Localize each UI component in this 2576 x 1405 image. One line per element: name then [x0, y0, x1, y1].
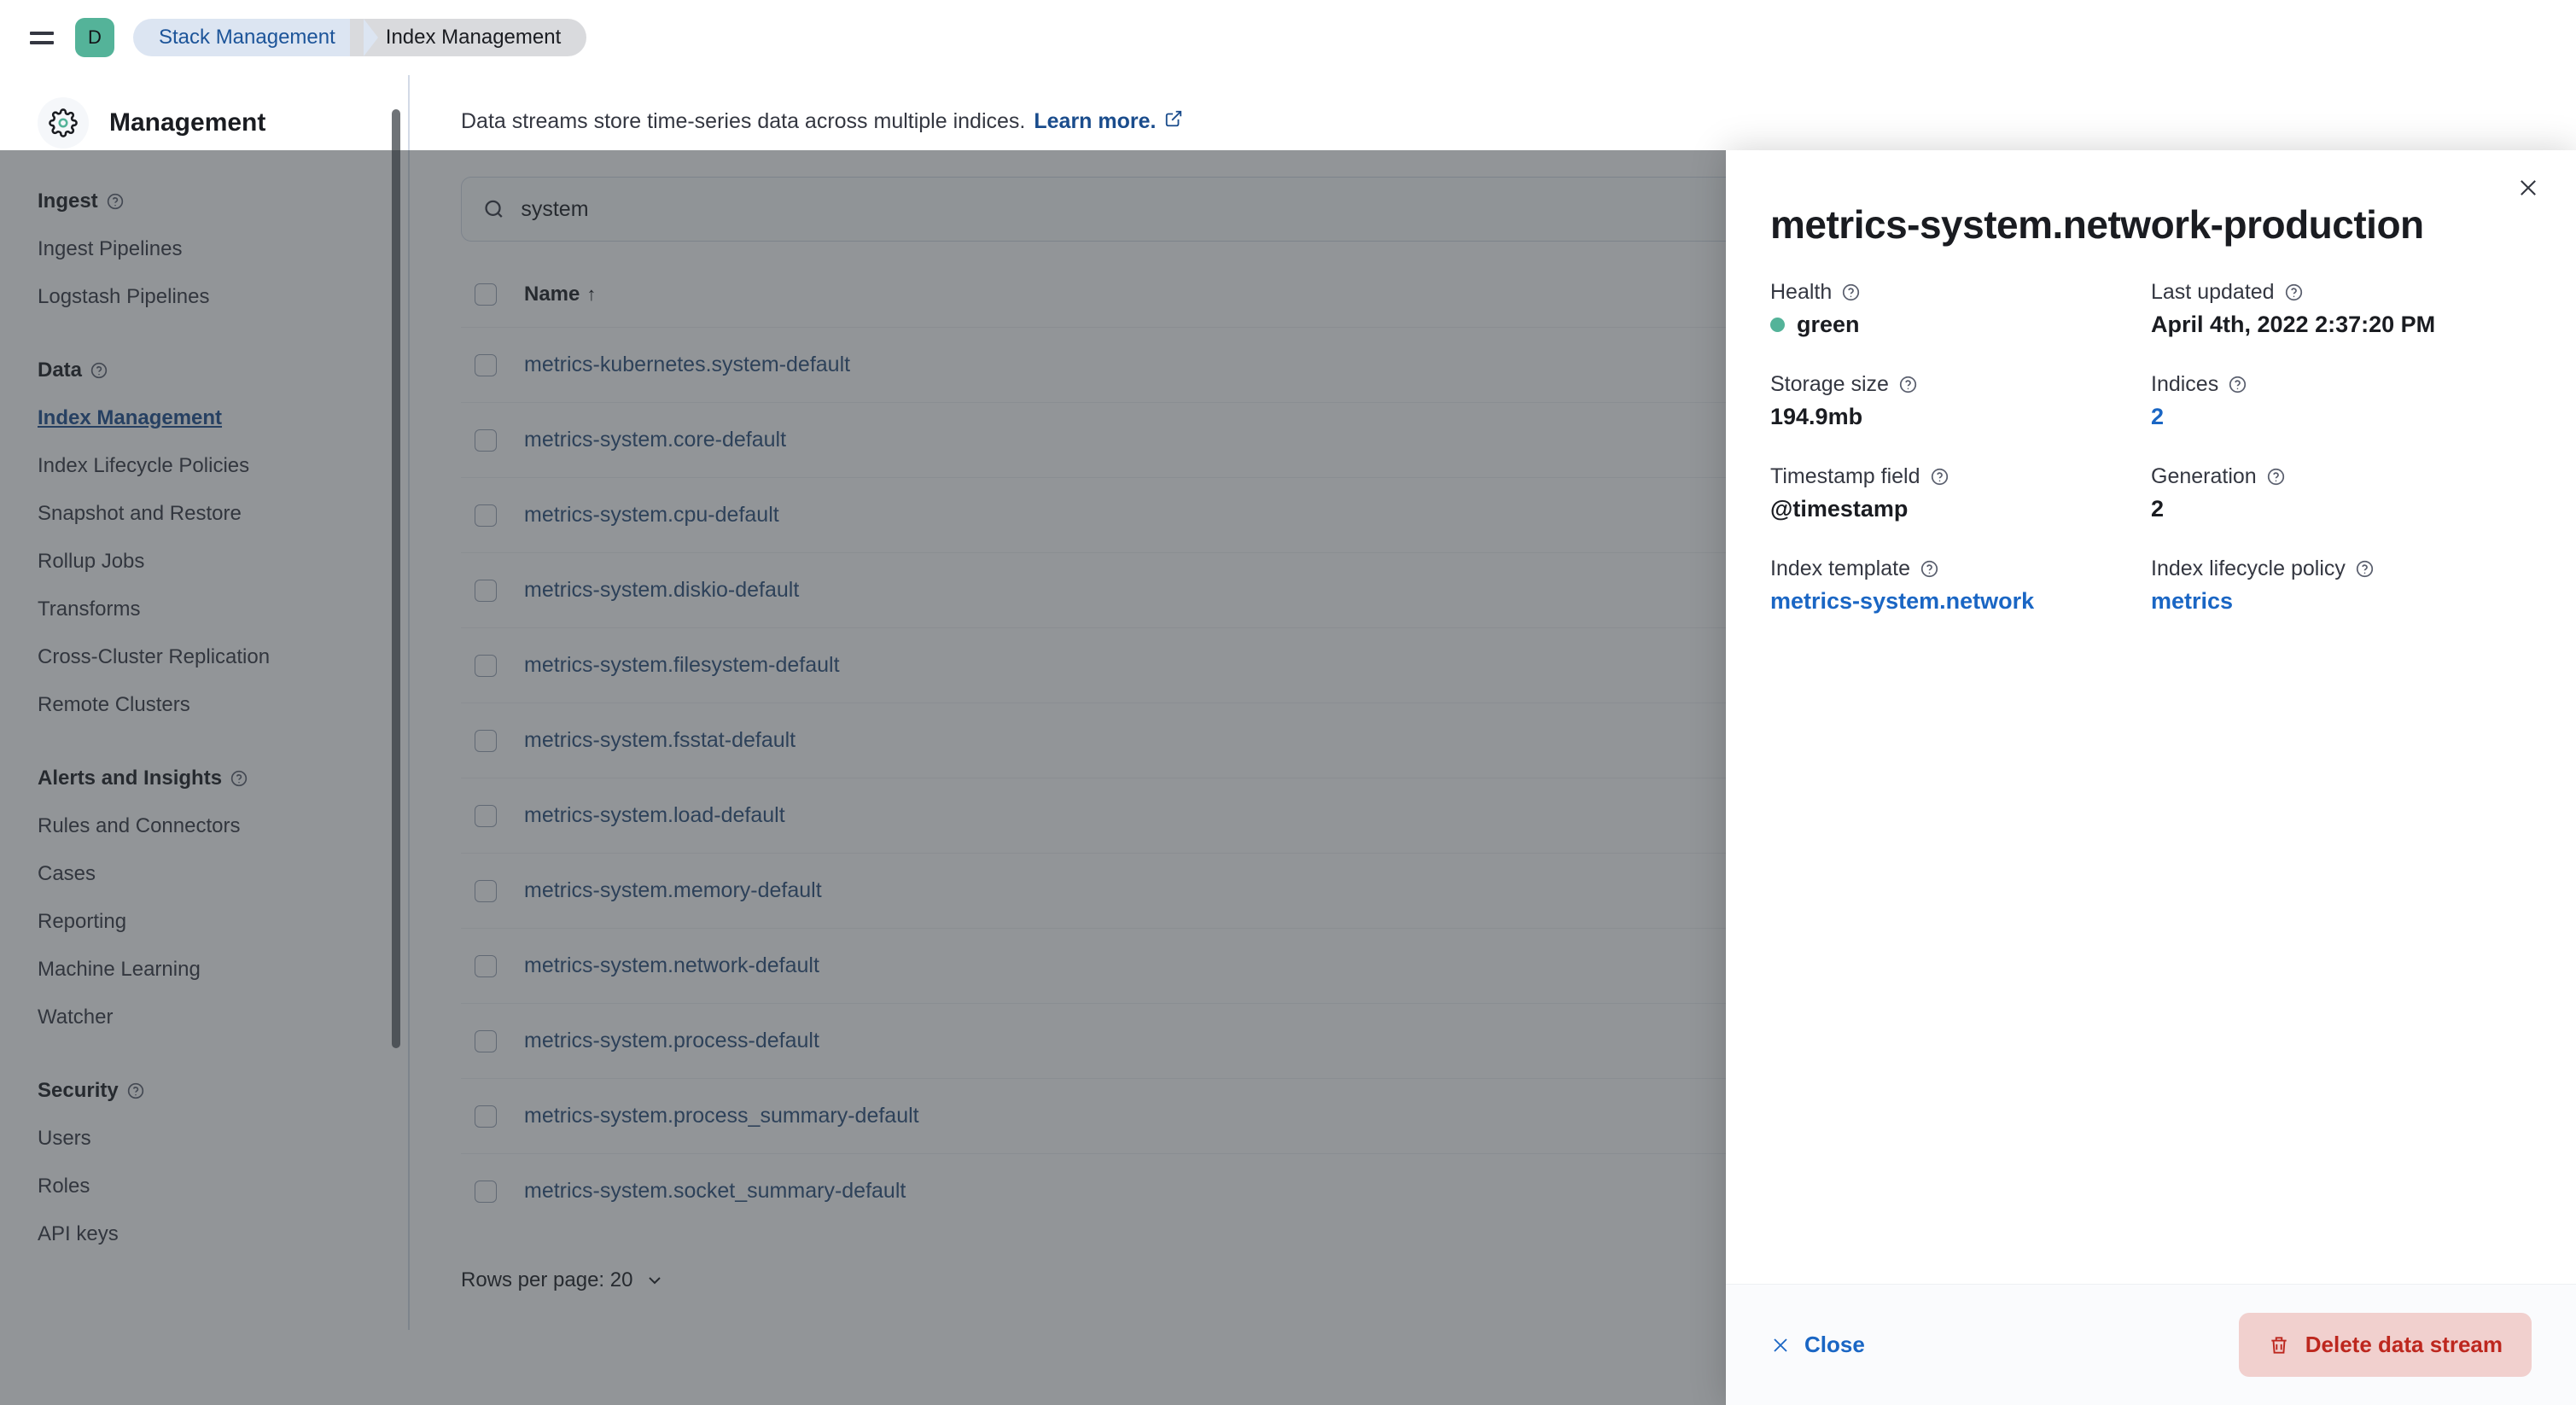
help-icon[interactable] [2356, 560, 2374, 578]
detail-value: April 4th, 2022 2:37:20 PM [2151, 312, 2532, 338]
detail-label: Health [1770, 280, 2151, 305]
delete-button-label: Delete data stream [2305, 1332, 2503, 1358]
flyout-header: metrics-system.network-production [1726, 150, 2576, 248]
description-text: Data streams store time-series data acro… [461, 109, 1025, 134]
close-button[interactable]: Close [1770, 1332, 1865, 1358]
detail-label-text: Health [1770, 280, 1832, 305]
detail-label-text: Last updated [2151, 280, 2275, 305]
detail-label-text: Index lifecycle policy [2151, 557, 2346, 581]
breadcrumb-stack-management[interactable]: Stack Management [133, 19, 364, 56]
gear-icon [38, 97, 89, 149]
close-icon[interactable] [2509, 169, 2547, 207]
data-stream-detail-flyout: metrics-system.network-production Health… [1726, 150, 2576, 1405]
trash-icon [2268, 1334, 2290, 1356]
detail-label-text: Index template [1770, 557, 1910, 581]
breadcrumb-label: Stack Management [159, 26, 335, 50]
page-body: Management Ingest Ingest Pipelines Logst… [0, 75, 2576, 1330]
avatar[interactable]: D [75, 18, 114, 57]
detail-label-text: Generation [2151, 464, 2257, 489]
flyout-body: Health green Last updated April 4th, 2022 2… [1726, 248, 2576, 1284]
detail-value[interactable]: metrics [2151, 588, 2532, 615]
help-icon[interactable] [1931, 468, 1949, 486]
detail-field: Storage size 194.9mb [1770, 372, 2151, 430]
detail-label: Indices [2151, 372, 2532, 397]
detail-value[interactable]: metrics-system.network [1770, 588, 2151, 615]
detail-field: Index template metrics-system.network [1770, 557, 2151, 615]
sidebar-header: Management [0, 97, 408, 149]
detail-value[interactable]: 2 [2151, 404, 2532, 430]
hamburger-icon[interactable] [22, 18, 61, 57]
close-button-label: Close [1804, 1332, 1865, 1358]
detail-field: Generation 2 [2151, 464, 2532, 522]
detail-value: green [1770, 312, 2151, 338]
help-icon[interactable] [1899, 376, 1917, 394]
detail-label: Timestamp field [1770, 464, 2151, 489]
help-icon[interactable] [1842, 283, 1860, 301]
detail-label: Index template [1770, 557, 2151, 581]
avatar-initial: D [88, 26, 102, 49]
detail-field: Timestamp field @timestamp [1770, 464, 2151, 522]
detail-label: Last updated [2151, 280, 2532, 305]
detail-value: 194.9mb [1770, 404, 2151, 430]
detail-label-text: Storage size [1770, 372, 1889, 397]
help-icon[interactable] [2229, 376, 2247, 394]
top-header: D Stack Management Index Management [0, 0, 2576, 75]
page-title: Management [109, 108, 265, 137]
learn-more-link[interactable]: Learn more. [1034, 109, 1156, 134]
detail-label: Generation [2151, 464, 2532, 489]
breadcrumb: Stack Management Index Management [133, 19, 586, 56]
data-streams-description: Data streams store time-series data acro… [461, 109, 2525, 134]
help-icon[interactable] [2267, 468, 2285, 486]
help-icon[interactable] [2285, 283, 2303, 301]
detail-value: 2 [2151, 496, 2532, 522]
delete-data-stream-button[interactable]: Delete data stream [2239, 1313, 2532, 1377]
detail-label: Storage size [1770, 372, 2151, 397]
status-badge [1770, 318, 1785, 332]
detail-label-text: Indices [2151, 372, 2218, 397]
detail-label: Index lifecycle policy [2151, 557, 2532, 581]
flyout-title: metrics-system.network-production [1770, 203, 2532, 248]
external-link-icon[interactable] [1164, 109, 1183, 128]
detail-field: Last updated April 4th, 2022 2:37:20 PM [2151, 280, 2532, 338]
detail-field: Indices 2 [2151, 372, 2532, 430]
breadcrumb-index-management[interactable]: Index Management [350, 19, 586, 56]
close-icon [1770, 1335, 1791, 1355]
detail-value: @timestamp [1770, 496, 2151, 522]
detail-field: Health green [1770, 280, 2151, 338]
detail-field: Index lifecycle policy metrics [2151, 557, 2532, 615]
flyout-footer: Close Delete data stream [1726, 1284, 2576, 1405]
detail-label-text: Timestamp field [1770, 464, 1920, 489]
help-icon[interactable] [1920, 560, 1938, 578]
health-status-text: green [1797, 312, 1860, 338]
breadcrumb-label: Index Management [386, 26, 561, 50]
